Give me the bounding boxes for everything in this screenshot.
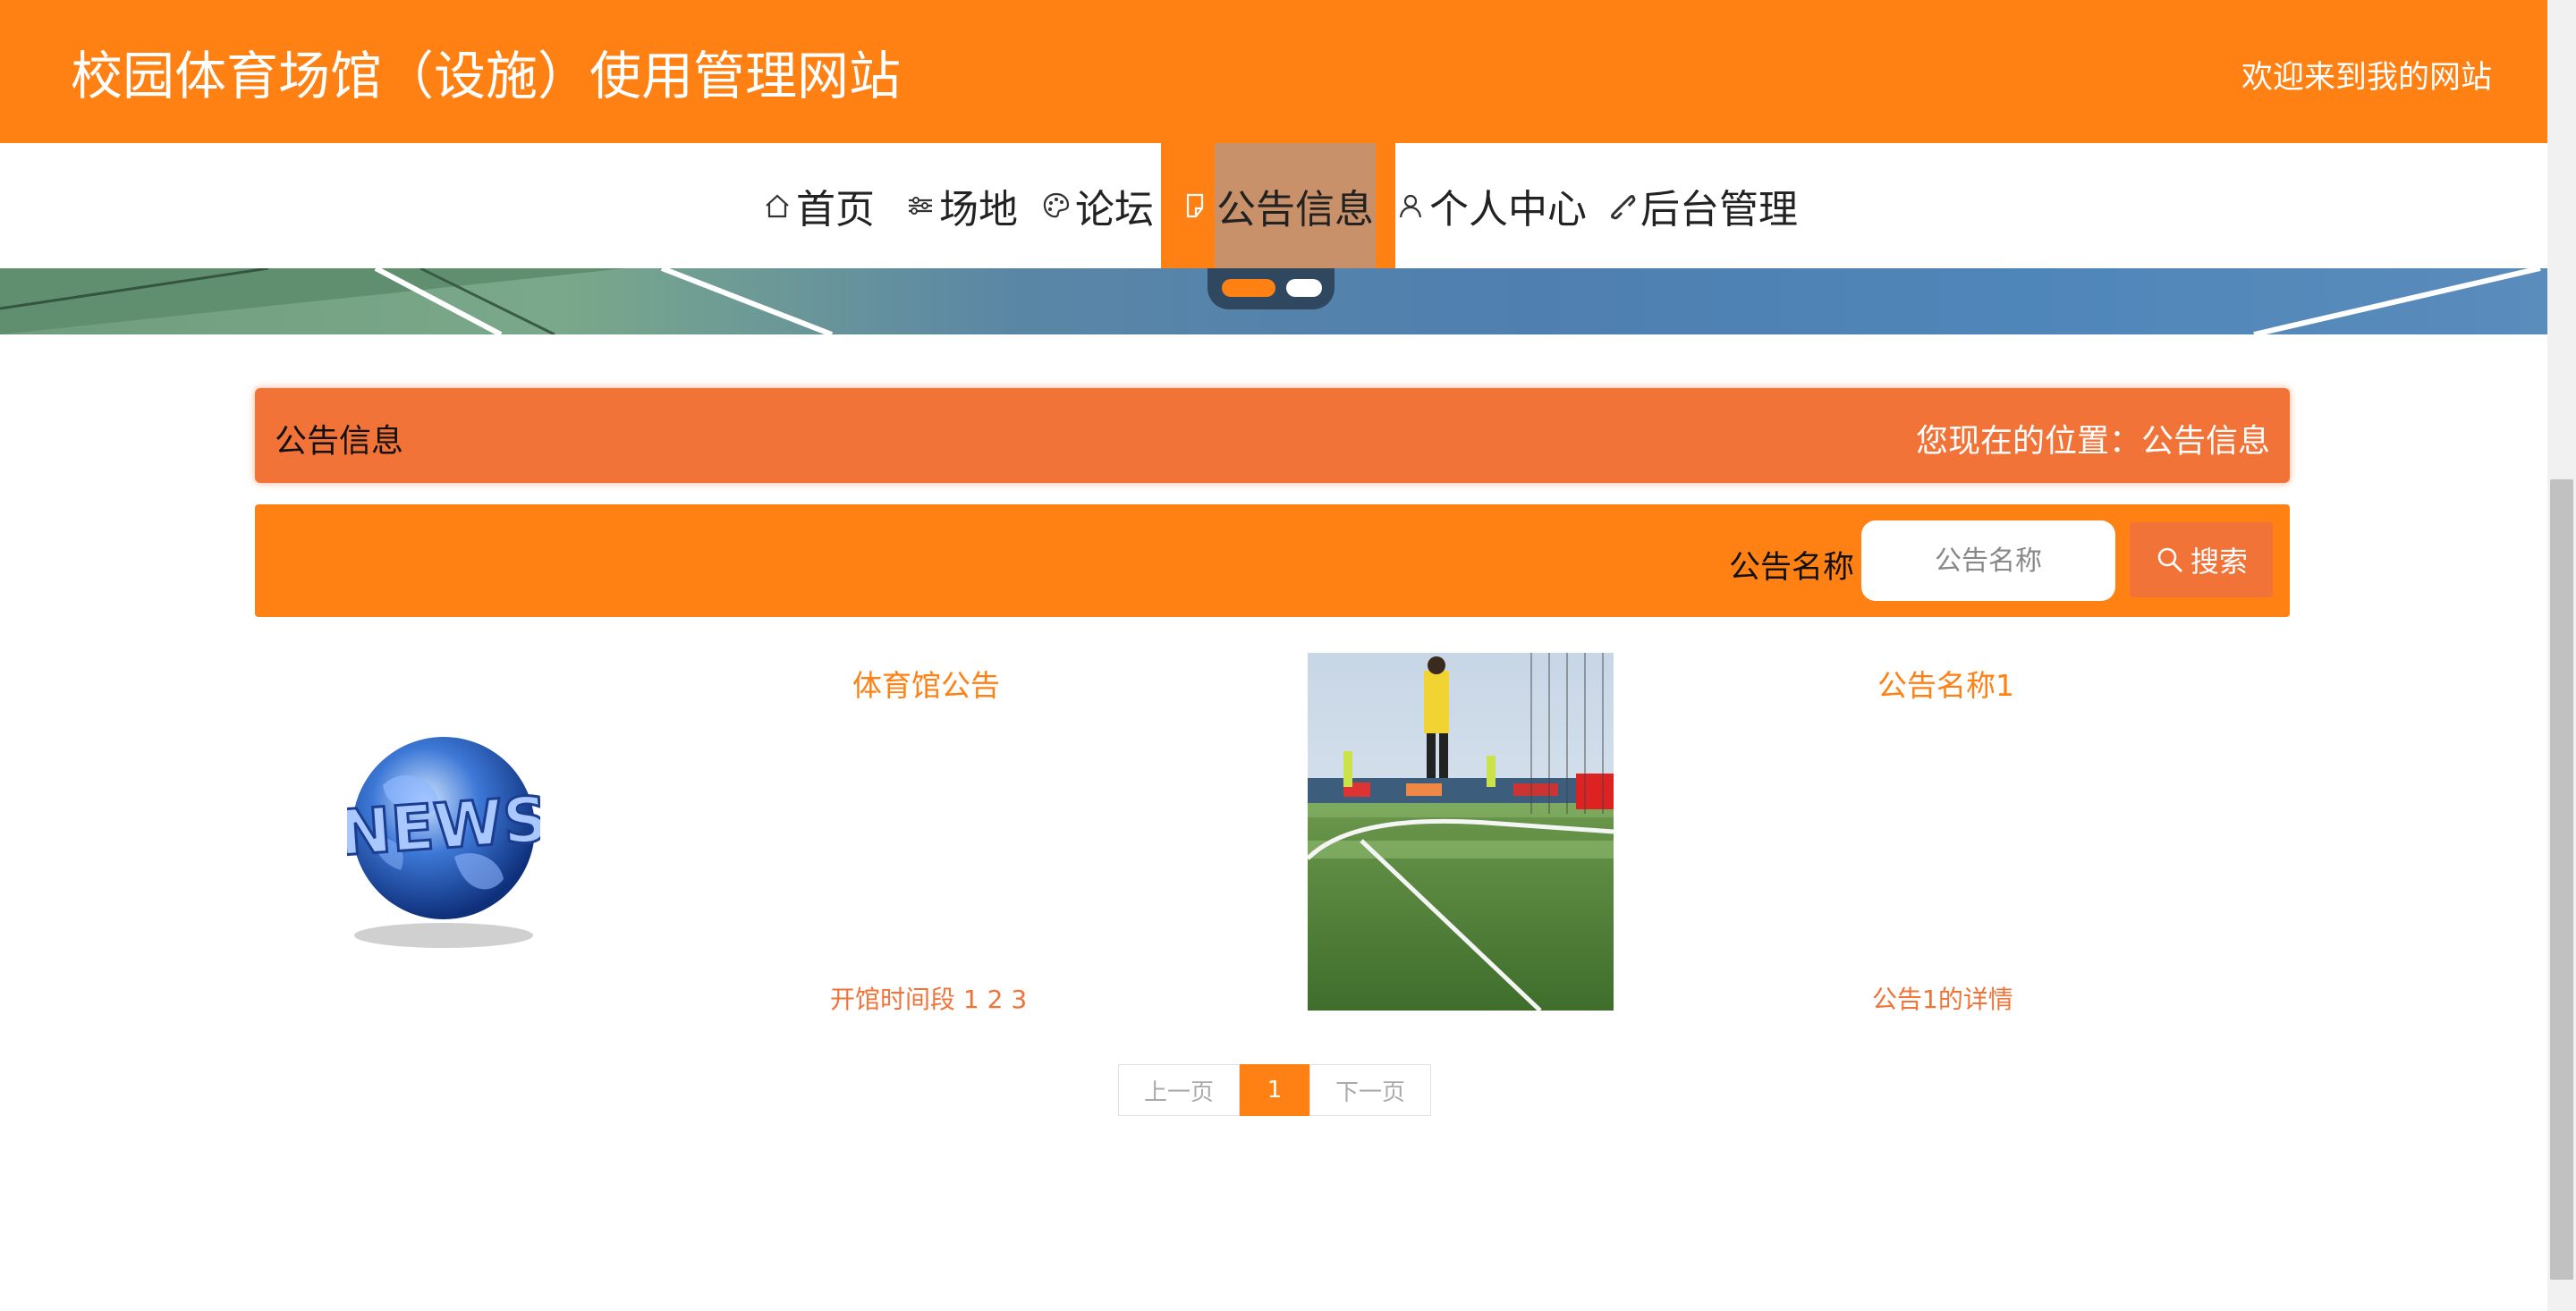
nav-item-home[interactable]: 首页 <box>762 143 875 268</box>
search-bar: 公告名称 搜索 <box>255 504 2290 617</box>
link-icon <box>1606 190 1637 221</box>
site-title: 校园体育场馆（设施）使用管理网站 <box>71 46 902 106</box>
search-button[interactable]: 搜索 <box>2130 522 2273 597</box>
palette-icon <box>1041 190 1072 221</box>
search-input[interactable] <box>1861 520 2115 601</box>
section-title-bar: 公告信息 您现在的位置：公告信息 <box>255 388 2290 483</box>
breadcrumb: 您现在的位置：公告信息 <box>1915 423 2270 460</box>
svg-text:NEWS: NEWS <box>347 782 540 870</box>
nav-item-venue[interactable]: 场地 <box>905 143 1018 268</box>
nav-item-profile[interactable]: 个人中心 <box>1395 143 1587 268</box>
nav-item-label: 首页 <box>796 187 875 233</box>
next-page-button[interactable]: 下一页 <box>1309 1064 1431 1116</box>
nav-item-label: 个人中心 <box>1429 187 1587 233</box>
announcement-desc: 开馆时间段 1 2 3 <box>830 985 1028 1014</box>
announcement-image-soccer-field[interactable] <box>1306 653 1614 1012</box>
nav-item-forum[interactable]: 论坛 <box>1041 143 1154 268</box>
carousel-indicators <box>1208 268 1335 309</box>
nav-item-label: 场地 <box>939 187 1018 233</box>
carousel-dot-active[interactable] <box>1222 279 1275 297</box>
search-label: 公告名称 <box>1729 550 1855 586</box>
nav-item-admin[interactable]: 后台管理 <box>1606 143 1798 268</box>
announcement-desc: 公告1的详情 <box>1872 985 2013 1014</box>
site-header: 校园体育场馆（设施）使用管理网站 欢迎来到我的网站 <box>0 0 2547 143</box>
search-button-label: 搜索 <box>2190 545 2248 579</box>
welcome-text: 欢迎来到我的网站 <box>2241 60 2492 96</box>
nav-item-label: 论坛 <box>1075 187 1154 233</box>
nav-item-announcements[interactable]: 公告信息 <box>1161 143 1395 268</box>
main-nav: 首页 场地 论坛 公告信息 个人中心 后台管理 <box>0 143 2547 268</box>
search-icon <box>2155 545 2185 575</box>
nav-item-label: 公告信息 <box>1216 187 1374 233</box>
announcement-title[interactable]: 体育馆公告 <box>852 662 1000 705</box>
user-icon <box>1395 190 1426 221</box>
section-title: 公告信息 <box>275 423 404 460</box>
scrollbar-thumb[interactable] <box>2550 479 2573 1280</box>
prev-page-button[interactable]: 上一页 <box>1118 1064 1240 1116</box>
note-icon <box>1181 190 1211 221</box>
sliders-icon <box>905 190 936 221</box>
page-number-current[interactable]: 1 <box>1240 1064 1309 1116</box>
pagination: 上一页 1 下一页 <box>1118 1064 1431 1116</box>
carousel-dot[interactable] <box>1286 279 1322 297</box>
announcement-title[interactable]: 公告名称1 <box>1877 662 2014 705</box>
home-icon <box>762 190 792 221</box>
nav-item-label: 后台管理 <box>1640 187 1798 233</box>
announcement-image-news-globe[interactable]: NEWS <box>335 723 552 952</box>
